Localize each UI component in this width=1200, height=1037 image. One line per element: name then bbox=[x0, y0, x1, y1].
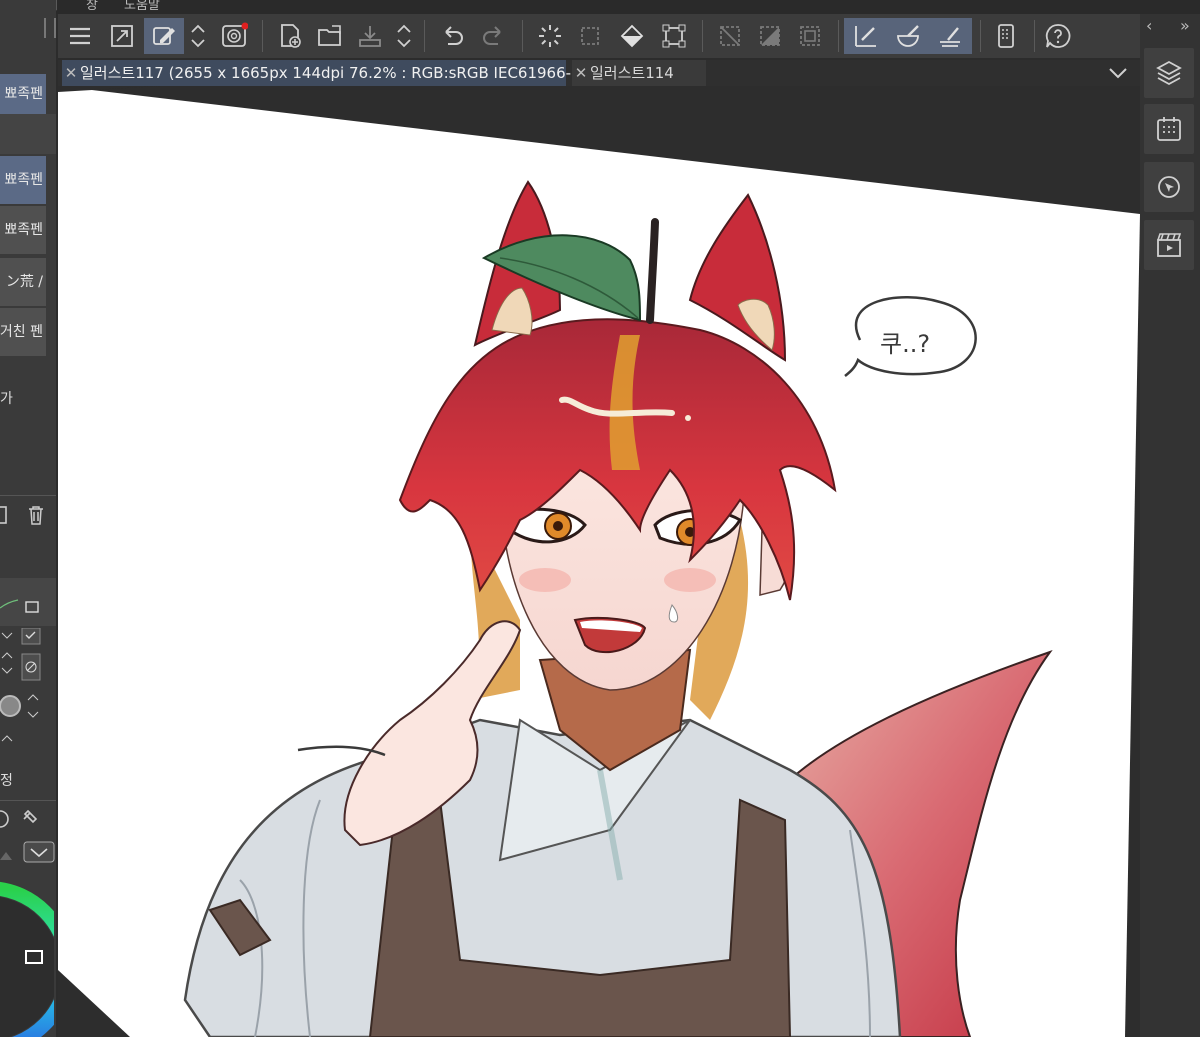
undo-button[interactable] bbox=[434, 18, 470, 54]
tab-illust117[interactable]: ✕ 일러스트117 (2655 x 1665px 144dpi 76.2% : R… bbox=[62, 60, 601, 86]
wrench-icon bbox=[23, 809, 38, 824]
fill-button[interactable] bbox=[614, 18, 650, 54]
menu-bar: 세 필터 창 도움말 bbox=[0, 0, 1200, 14]
mode-stepper[interactable] bbox=[186, 18, 210, 54]
menu-item[interactable]: 창 bbox=[86, 0, 98, 13]
transform-mode-button[interactable] bbox=[144, 18, 184, 54]
tab-label: 일러스트114 bbox=[590, 64, 674, 82]
resize-icon bbox=[111, 25, 133, 47]
document-tabs: ✕ 일러스트117 (2655 x 1665px 144dpi 76.2% : R… bbox=[58, 60, 1140, 86]
swirl-icon bbox=[222, 22, 248, 47]
smartphone-button[interactable] bbox=[988, 18, 1024, 54]
save-stepper[interactable] bbox=[392, 18, 416, 54]
phone-icon bbox=[998, 24, 1014, 48]
redo-button[interactable] bbox=[476, 18, 512, 54]
bowl-pen-icon bbox=[897, 25, 919, 47]
snap-ruler-button[interactable] bbox=[848, 18, 884, 54]
panel-footer bbox=[0, 800, 56, 837]
color-mode-row bbox=[0, 840, 56, 866]
selection-burst-icon bbox=[581, 27, 599, 45]
selection-border-button[interactable] bbox=[792, 18, 828, 54]
trash-icon[interactable] bbox=[26, 504, 46, 526]
tool-header-gap bbox=[0, 114, 56, 154]
help-button[interactable] bbox=[1040, 18, 1076, 54]
burst-icon bbox=[539, 25, 561, 47]
subtool-item[interactable]: 거친 펜 bbox=[0, 308, 46, 357]
panel-grip[interactable] bbox=[44, 18, 56, 38]
fill-bucket-icon bbox=[620, 24, 644, 48]
deselect-button[interactable] bbox=[712, 18, 748, 54]
chevron-updown-icon bbox=[397, 24, 411, 48]
tab-label: 일러스트117 (2655 x 1665px 144dpi 76.2% : RG… bbox=[80, 64, 601, 82]
property-controls bbox=[0, 627, 56, 755]
navigator-panel-button[interactable] bbox=[1144, 162, 1194, 212]
grid-calendar-icon bbox=[1157, 117, 1181, 141]
hamburger-icon bbox=[70, 27, 90, 45]
fit-canvas-button[interactable] bbox=[104, 18, 140, 54]
transform-icon bbox=[662, 24, 686, 48]
material-panel-button[interactable] bbox=[1144, 104, 1194, 154]
redo-icon bbox=[483, 26, 501, 45]
save-icon bbox=[359, 26, 381, 47]
tab-illust114[interactable]: ✕ 일러스트114 bbox=[572, 60, 706, 86]
line-pen-icon bbox=[940, 27, 960, 47]
companion-button[interactable] bbox=[216, 18, 252, 54]
open-file-button[interactable] bbox=[312, 18, 348, 54]
snap-perspective-button[interactable] bbox=[932, 18, 968, 54]
subtool-item[interactable]: 뾰족펜 bbox=[0, 156, 46, 205]
subtool-item[interactable]: ン荒 / bbox=[0, 258, 46, 307]
timeline-panel-button[interactable] bbox=[1144, 220, 1194, 270]
undo-icon bbox=[445, 26, 463, 45]
category-label: 가 bbox=[0, 391, 13, 407]
chevron-updown-icon bbox=[191, 24, 205, 48]
clear-outside-button[interactable] bbox=[572, 18, 608, 54]
ruler-pen-icon bbox=[855, 26, 876, 47]
menu-button[interactable] bbox=[62, 18, 98, 54]
transform-button[interactable] bbox=[656, 18, 692, 54]
subtool-actions bbox=[0, 495, 56, 536]
canvas-viewport[interactable]: 쿠..? bbox=[58, 86, 1140, 1037]
menu-item[interactable]: 도움말 bbox=[124, 0, 160, 13]
selection-border-icon bbox=[800, 26, 820, 46]
command-bar bbox=[58, 14, 1140, 58]
help-bubble-icon bbox=[1045, 24, 1071, 48]
save-button[interactable] bbox=[352, 18, 388, 54]
collapse-left-icon[interactable]: ‹ bbox=[1146, 16, 1152, 35]
new-file-button[interactable] bbox=[272, 18, 308, 54]
clapperboard-icon bbox=[1157, 233, 1182, 257]
speech-text: 쿠..? bbox=[880, 330, 930, 358]
snap-grid-button[interactable] bbox=[890, 18, 926, 54]
edit-icon bbox=[153, 27, 175, 45]
invert-selection-icon bbox=[760, 26, 780, 46]
expand-right-icon[interactable]: » bbox=[1180, 16, 1190, 35]
folder-open-icon bbox=[318, 25, 341, 46]
layer-panel-button[interactable] bbox=[1144, 48, 1194, 98]
new-file-icon bbox=[281, 24, 301, 48]
invert-selection-button[interactable] bbox=[752, 18, 788, 54]
subtool-item[interactable]: 뾰족펜 bbox=[0, 206, 46, 255]
lock-icon bbox=[25, 601, 39, 613]
property-label: 정 bbox=[0, 773, 13, 789]
chevron-down-icon[interactable] bbox=[1108, 64, 1128, 82]
close-icon[interactable]: ✕ bbox=[62, 60, 80, 86]
color-wheel[interactable] bbox=[0, 868, 54, 1037]
right-dock: ‹ » bbox=[1140, 14, 1200, 1037]
deselect-icon bbox=[720, 26, 740, 46]
layers-icon bbox=[1156, 60, 1182, 86]
navigator-icon bbox=[1158, 176, 1180, 198]
close-icon[interactable]: ✕ bbox=[572, 60, 590, 86]
tool-panel: 뾰족펜 뾰족펜 뾰족펜 ン荒 / 거친 펜 가 정 bbox=[0, 0, 56, 1037]
tool-header[interactable]: 뾰족펜 bbox=[0, 74, 46, 115]
clear-button[interactable] bbox=[532, 18, 568, 54]
artwork[interactable]: 쿠..? bbox=[58, 86, 1140, 1037]
stroke-preview bbox=[0, 578, 56, 626]
copy-icon[interactable] bbox=[0, 504, 12, 526]
